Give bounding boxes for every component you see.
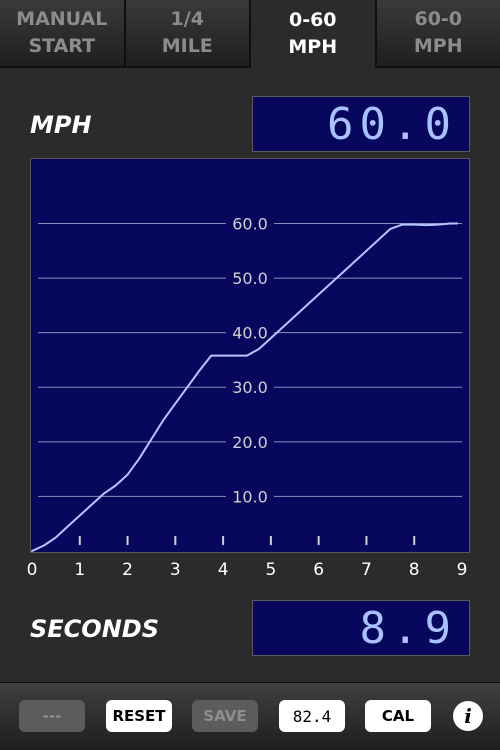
tab-label-line1: 60-0 xyxy=(414,8,463,30)
x-tick-label: 5 xyxy=(265,560,276,578)
tab-label-line2: MPH xyxy=(288,36,338,58)
speed-display: 60.0 xyxy=(252,96,470,152)
speed-label: MPH xyxy=(30,111,92,139)
tab-label-line2: MPH xyxy=(413,35,463,57)
tab-label-line2: START xyxy=(28,35,96,57)
bottom-toolbar: --- RESET SAVE 82.4 CAL xyxy=(0,682,500,750)
cal-button[interactable]: CAL xyxy=(365,700,431,732)
tab-label-line1: MANUAL xyxy=(16,8,108,30)
y-tick-label: 40.0 xyxy=(232,324,268,343)
y-tick-label: 60.0 xyxy=(232,214,268,233)
save-button[interactable]: SAVE xyxy=(192,700,258,732)
x-tick-label: 0 xyxy=(27,560,38,578)
x-tick-label: 3 xyxy=(170,560,181,578)
x-tick-label: 7 xyxy=(361,560,372,578)
speed-time-chart: 10.0 20.0 30.0 40.0 50.0 60.0 0 1 2 3 4 5 6 7 8 9 xyxy=(27,214,468,578)
tab-60-0-mph[interactable]: 60-0 MPH xyxy=(376,0,500,68)
tab-label-line1: 0-60 xyxy=(288,9,337,31)
calibration-value-button[interactable]: 82.4 xyxy=(279,700,345,732)
x-tick-label: 2 xyxy=(122,560,133,578)
y-tick-label: 10.0 xyxy=(232,487,268,506)
tab-manual-start[interactable]: MANUAL START xyxy=(0,0,126,68)
mode-tabs: MANUAL START 1/4 MILE 0-60 MPH 60-0 MPH xyxy=(0,0,500,68)
tab-quarter-mile[interactable]: 1/4 MILE xyxy=(125,0,251,68)
tab-label-line2: MILE xyxy=(161,35,213,57)
x-tick-label: 6 xyxy=(313,560,324,578)
x-tick-label: 4 xyxy=(218,560,229,578)
x-tick-label: 8 xyxy=(409,560,420,578)
x-tick-label: 9 xyxy=(457,560,468,578)
y-tick-label: 20.0 xyxy=(232,433,268,452)
y-tick-label: 30.0 xyxy=(232,378,268,397)
tab-0-60-mph[interactable]: 0-60 MPH xyxy=(251,0,377,68)
reset-button[interactable]: RESET xyxy=(106,700,172,732)
info-icon[interactable]: i xyxy=(453,701,483,731)
dash-button[interactable]: --- xyxy=(19,700,85,732)
x-tick-label: 1 xyxy=(74,560,85,578)
tab-label-line1: 1/4 xyxy=(170,8,204,30)
seconds-label: SECONDS xyxy=(30,615,159,643)
seconds-display: 8.9 xyxy=(252,600,470,656)
y-tick-label: 50.0 xyxy=(232,269,268,288)
